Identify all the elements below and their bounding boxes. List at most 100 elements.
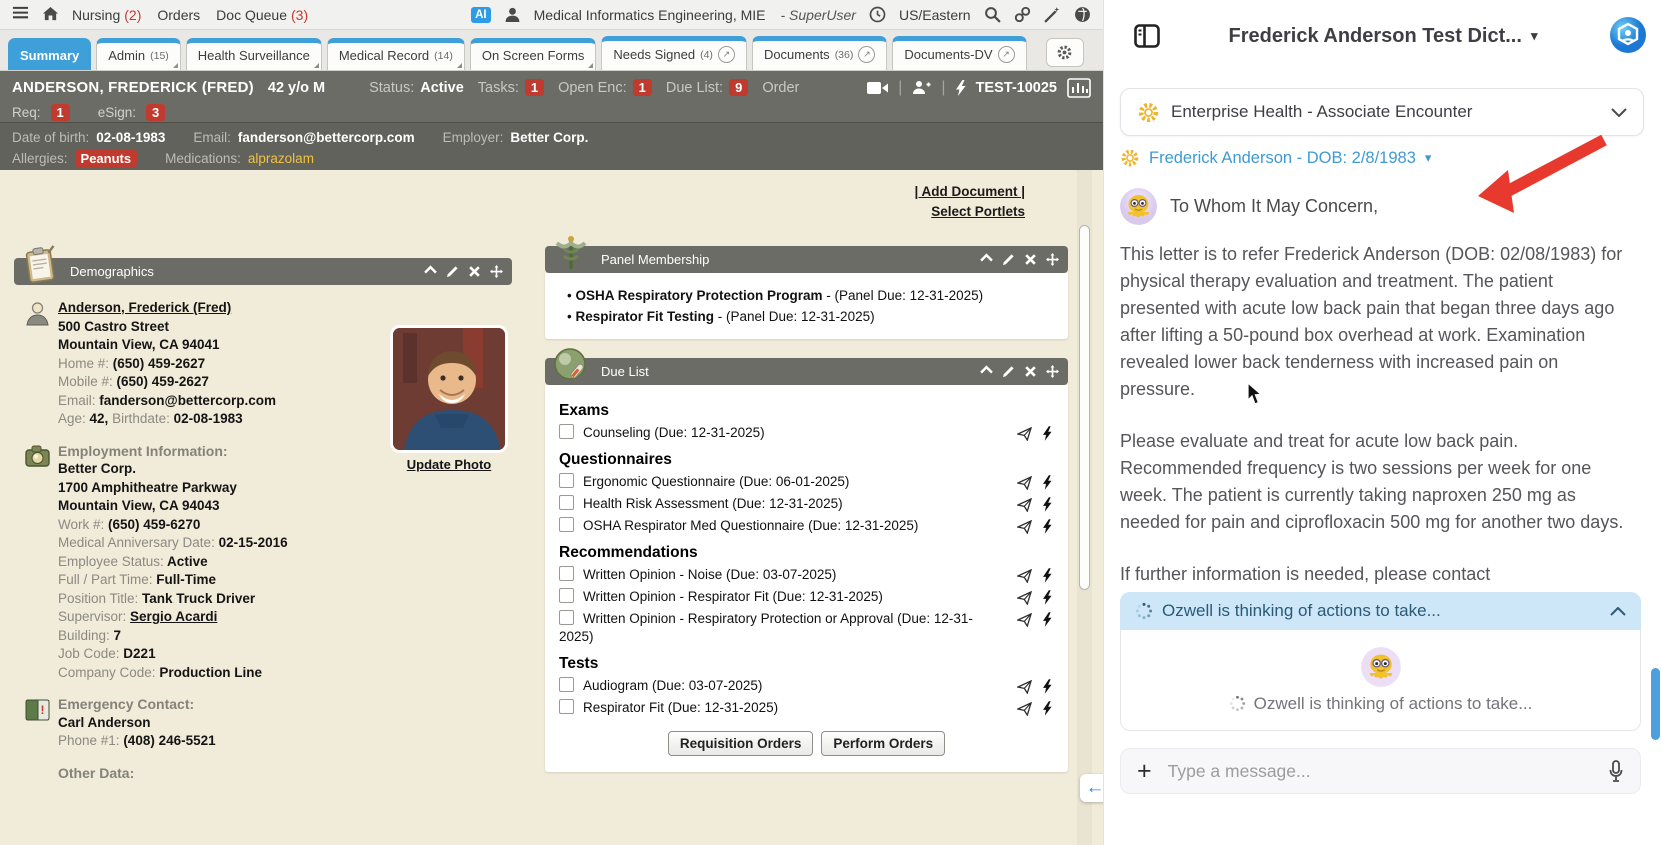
collapse-icon[interactable] — [980, 365, 993, 378]
tab-on-screen-forms[interactable]: On Screen Forms — [470, 38, 597, 70]
message-input[interactable]: Type a message... — [1168, 761, 1592, 782]
attach-plus-icon[interactable]: + — [1137, 761, 1152, 781]
dictation-title-dropdown[interactable]: Frederick Anderson Test Dict... ▾ — [1229, 19, 1538, 48]
send-order-icon[interactable] — [1017, 702, 1032, 716]
esign-badge[interactable]: 3 — [146, 104, 165, 121]
open-enc-badge[interactable]: 1 — [633, 79, 652, 96]
nav-item-nursing[interactable]: Nursing(2) — [72, 7, 141, 23]
send-order-icon[interactable] — [1017, 520, 1032, 534]
left-scrollbar[interactable] — [1077, 170, 1092, 845]
chart-id[interactable]: TEST-10025 — [976, 80, 1057, 96]
due-item-checkbox[interactable] — [559, 495, 574, 510]
dictation-title: Frederick Anderson Test Dict... — [1229, 25, 1522, 48]
move-icon[interactable] — [1046, 365, 1059, 378]
move-icon[interactable] — [1046, 253, 1059, 266]
quick-order-bolt-icon[interactable] — [1043, 612, 1052, 627]
quick-order-bolt-icon[interactable] — [1043, 679, 1052, 694]
quick-order-bolt-icon[interactable] — [1043, 426, 1052, 441]
add-person-icon[interactable] — [912, 80, 931, 95]
collapse-icon[interactable] — [424, 265, 437, 278]
quick-action-bolt-icon[interactable] — [956, 80, 966, 96]
tab-health-surveillance[interactable]: Health Surveillance — [186, 38, 322, 70]
due-item-checkbox[interactable] — [559, 517, 574, 532]
wand-icon[interactable] — [1044, 6, 1061, 23]
close-icon[interactable] — [468, 265, 481, 278]
req-badge[interactable]: 1 — [51, 104, 70, 121]
due-item: Counseling (Due: 12-31-2025) — [559, 424, 1054, 442]
collapse-panel-arrow[interactable]: ← — [1080, 774, 1103, 802]
send-order-icon[interactable] — [1017, 498, 1032, 512]
allergy-badge[interactable]: Peanuts — [75, 150, 138, 167]
requisition-orders-button[interactable]: Requisition Orders — [668, 731, 814, 756]
tab-summary[interactable]: Summary — [8, 38, 91, 70]
quick-order-bolt-icon[interactable] — [1043, 590, 1052, 605]
due-item-checkbox[interactable] — [559, 473, 574, 488]
panel-membership-header[interactable]: Panel Membership — [545, 246, 1068, 273]
chat-scrollbar-thumb[interactable] — [1651, 668, 1660, 740]
due-item-checkbox[interactable] — [559, 677, 574, 692]
send-order-icon[interactable] — [1017, 476, 1032, 490]
message-input-bar[interactable]: + Type a message... — [1120, 748, 1641, 794]
sidebar-toggle-icon[interactable] — [1134, 24, 1160, 48]
timezone[interactable]: US/Eastern — [899, 7, 971, 23]
link-icon[interactable] — [1014, 6, 1031, 23]
demographics-header[interactable]: Demographics — [14, 258, 512, 285]
person-link[interactable]: Sergio Acardi — [130, 609, 217, 624]
select-portlets-link[interactable]: Select Portlets — [931, 204, 1025, 219]
nav-item-orders[interactable]: Orders — [157, 7, 200, 23]
edit-icon[interactable] — [1002, 365, 1015, 378]
chart-stats-icon[interactable] — [1067, 78, 1091, 98]
edit-icon[interactable] — [446, 265, 459, 278]
tab-documents[interactable]: Documents(36)↗ — [752, 36, 887, 70]
quick-order-bolt-icon[interactable] — [1043, 497, 1052, 512]
scrollbar-thumb[interactable] — [1079, 225, 1090, 590]
home-icon[interactable] — [42, 6, 59, 23]
due-item-checkbox[interactable] — [559, 699, 574, 714]
due-item-checkbox[interactable] — [559, 424, 574, 439]
due-list-header[interactable]: Due List — [545, 358, 1068, 385]
collapse-icon[interactable] — [980, 253, 993, 266]
tab-medical-record[interactable]: Medical Record(14) — [327, 38, 465, 70]
mic-icon[interactable] — [1608, 760, 1624, 782]
patient-photo[interactable] — [390, 325, 508, 453]
ai-badge[interactable]: AI — [471, 7, 491, 23]
move-icon[interactable] — [490, 265, 503, 278]
globe-icon[interactable] — [1074, 6, 1091, 23]
video-icon[interactable] — [867, 81, 888, 95]
send-order-icon[interactable] — [1017, 613, 1032, 627]
tab-needs-signed[interactable]: Needs Signed(4)↗ — [601, 36, 747, 70]
perform-orders-button[interactable]: Perform Orders — [821, 731, 945, 756]
search-icon[interactable] — [984, 6, 1001, 23]
send-order-icon[interactable] — [1017, 427, 1032, 441]
order-link[interactable]: Order — [762, 80, 799, 96]
send-order-icon[interactable] — [1017, 680, 1032, 694]
ozwell-logo-icon[interactable] — [1609, 16, 1647, 54]
due-list-badge[interactable]: 9 — [729, 79, 748, 96]
encounter-selector[interactable]: Enterprise Health - Associate Encounter — [1120, 88, 1644, 136]
thinking-status-text: Ozwell is thinking of actions to take... — [1162, 601, 1441, 621]
quick-order-bolt-icon[interactable] — [1043, 475, 1052, 490]
nav-item-doc-queue[interactable]: Doc Queue(3) — [216, 7, 308, 23]
tab-admin[interactable]: Admin(15) — [96, 38, 181, 70]
send-order-icon[interactable] — [1017, 569, 1032, 583]
close-icon[interactable] — [1024, 253, 1037, 266]
tab-settings-button[interactable] — [1046, 38, 1084, 67]
person-link[interactable]: Anderson, Frederick (Fred) — [58, 300, 231, 315]
close-icon[interactable] — [1024, 365, 1037, 378]
due-item-checkbox[interactable] — [559, 566, 574, 581]
update-photo-link[interactable]: Update Photo — [407, 457, 492, 472]
thinking-card-header[interactable]: Ozwell is thinking of actions to take... — [1120, 592, 1641, 630]
due-item-checkbox[interactable] — [559, 588, 574, 603]
tab-documents-dv[interactable]: Documents-DV↗ — [892, 36, 1026, 70]
due-item-checkbox[interactable] — [559, 610, 574, 625]
quick-order-bolt-icon[interactable] — [1043, 701, 1052, 716]
quick-order-bolt-icon[interactable] — [1043, 568, 1052, 583]
menu-icon[interactable] — [12, 6, 29, 23]
edit-icon[interactable] — [1002, 253, 1015, 266]
patient-context-dropdown[interactable]: Frederick Anderson - DOB: 2/8/1983 ▾ — [1120, 148, 1644, 168]
send-order-icon[interactable] — [1017, 591, 1032, 605]
medication-value[interactable]: alprazolam — [248, 151, 314, 166]
add-document-link[interactable]: | Add Document | — [914, 184, 1025, 199]
tasks-badge[interactable]: 1 — [525, 79, 544, 96]
quick-order-bolt-icon[interactable] — [1043, 519, 1052, 534]
